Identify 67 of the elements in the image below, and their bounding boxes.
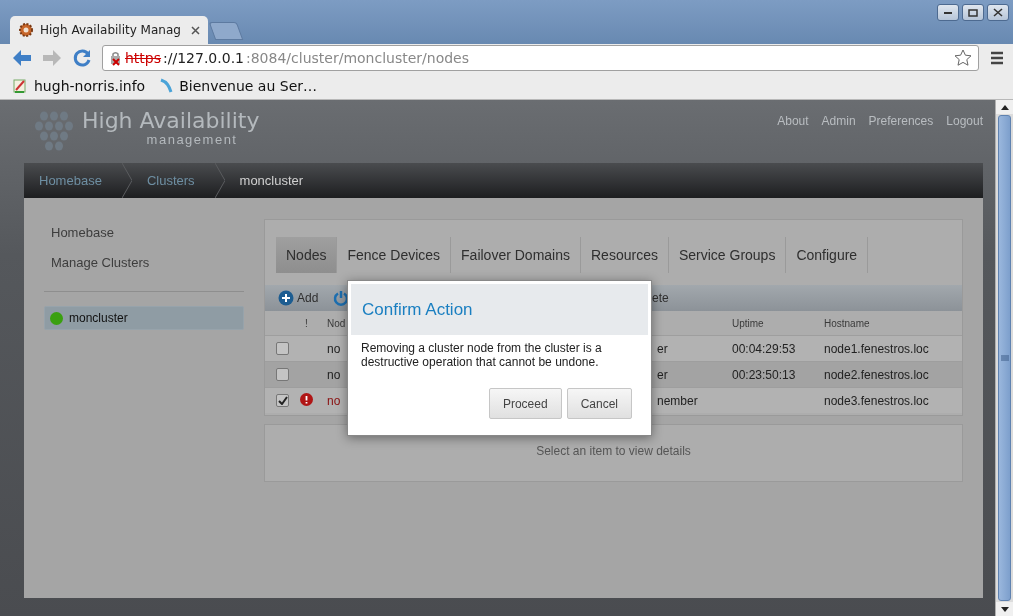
logo-title: High Availability	[82, 108, 260, 134]
tab[interactable]: Resources	[581, 237, 669, 273]
table-cell-text: no	[326, 393, 341, 408]
dialog-button[interactable]: Proceed	[488, 388, 562, 419]
breadcrumb-link[interactable]: moncluster	[224, 163, 324, 198]
column-header: Uptime	[731, 317, 764, 329]
plus-icon	[278, 290, 294, 306]
dialog-title: Confirm Action	[362, 299, 473, 320]
breadcrumb-link[interactable]: Clusters	[131, 163, 215, 198]
scroll-down-icon[interactable]	[1000, 606, 1009, 612]
toolbar-label: ete	[652, 291, 670, 305]
close-icon	[993, 8, 1003, 17]
table-cell-text: node2.fenestros.loc	[823, 367, 929, 382]
power-icon[interactable]	[333, 290, 349, 306]
close-button[interactable]	[987, 4, 1009, 21]
table-cell-text: no	[326, 367, 341, 382]
breadcrumb-separator	[121, 163, 132, 198]
table-cell-text: er	[656, 341, 668, 356]
table-cell-text: no	[326, 341, 341, 356]
sidebar-link[interactable]: Homebase	[44, 223, 244, 253]
details-hint: Select an item to view details	[536, 444, 691, 460]
breadcrumb-separator	[214, 163, 225, 198]
table-cell-text: node3.fenestros.loc	[823, 393, 929, 408]
maximize-icon	[968, 8, 978, 17]
checkbox[interactable]	[276, 368, 289, 381]
minimize-button[interactable]	[937, 4, 959, 21]
dialog-message: Removing a cluster node from the cluster is a destructive operation that cannot be undone.	[361, 341, 603, 369]
bookmark[interactable]: Bienvenue au Ser…	[159, 77, 317, 94]
address-bar[interactable]: https://127.0.0.1:8084/cluster/moncluster/nodes	[102, 45, 979, 71]
gear-icon	[18, 22, 34, 38]
checkbox[interactable]	[276, 342, 289, 355]
tab[interactable]: Fence Devices	[337, 237, 452, 273]
column-header: !	[304, 317, 308, 329]
table-cell-text: 00:04:29:53	[731, 341, 796, 356]
reload-icon[interactable]	[72, 48, 92, 68]
scrollbar[interactable]	[995, 100, 1013, 616]
notepad-icon	[12, 77, 28, 94]
checkbox[interactable]	[276, 394, 289, 407]
maximize-button[interactable]	[962, 4, 984, 21]
tab[interactable]: Service Groups	[668, 237, 787, 273]
cluster-name: moncluster	[69, 311, 128, 325]
minimize-icon	[943, 11, 953, 14]
column-header: Nod	[326, 317, 346, 329]
table-cell-text: 00:23:50:13	[731, 367, 796, 382]
browser-tab[interactable]: High Availability Manag	[10, 16, 208, 44]
wave-icon	[159, 77, 174, 94]
sidebar-link[interactable]: Manage Clusters	[44, 253, 244, 283]
cluster-item[interactable]: moncluster	[44, 306, 244, 330]
bookmark[interactable]: hugh-norris.info	[12, 77, 146, 94]
grip-icon	[1000, 355, 1009, 361]
back-icon[interactable]	[12, 49, 32, 67]
dialog-button[interactable]: Cancel	[566, 388, 632, 419]
insecure-lock-icon	[109, 50, 123, 66]
table-cell-text: nember	[656, 393, 698, 408]
logo-subtitle: management	[146, 134, 238, 146]
star-icon[interactable]	[954, 49, 972, 67]
tab[interactable]: Nodes	[276, 237, 338, 273]
breadcrumb-link[interactable]: Homebase	[24, 163, 122, 198]
menu-icon[interactable]	[989, 51, 1005, 65]
column-header: Hostname	[823, 317, 870, 329]
table-cell-text: node1.fenestros.loc	[823, 341, 929, 356]
tab[interactable]: Configure	[786, 237, 869, 273]
close-icon[interactable]	[191, 25, 200, 35]
add-button[interactable]: Add	[276, 290, 321, 306]
tab[interactable]: Failover Domains	[451, 237, 581, 273]
scroll-up-icon[interactable]	[1000, 104, 1009, 110]
table-cell-text: er	[656, 367, 668, 382]
